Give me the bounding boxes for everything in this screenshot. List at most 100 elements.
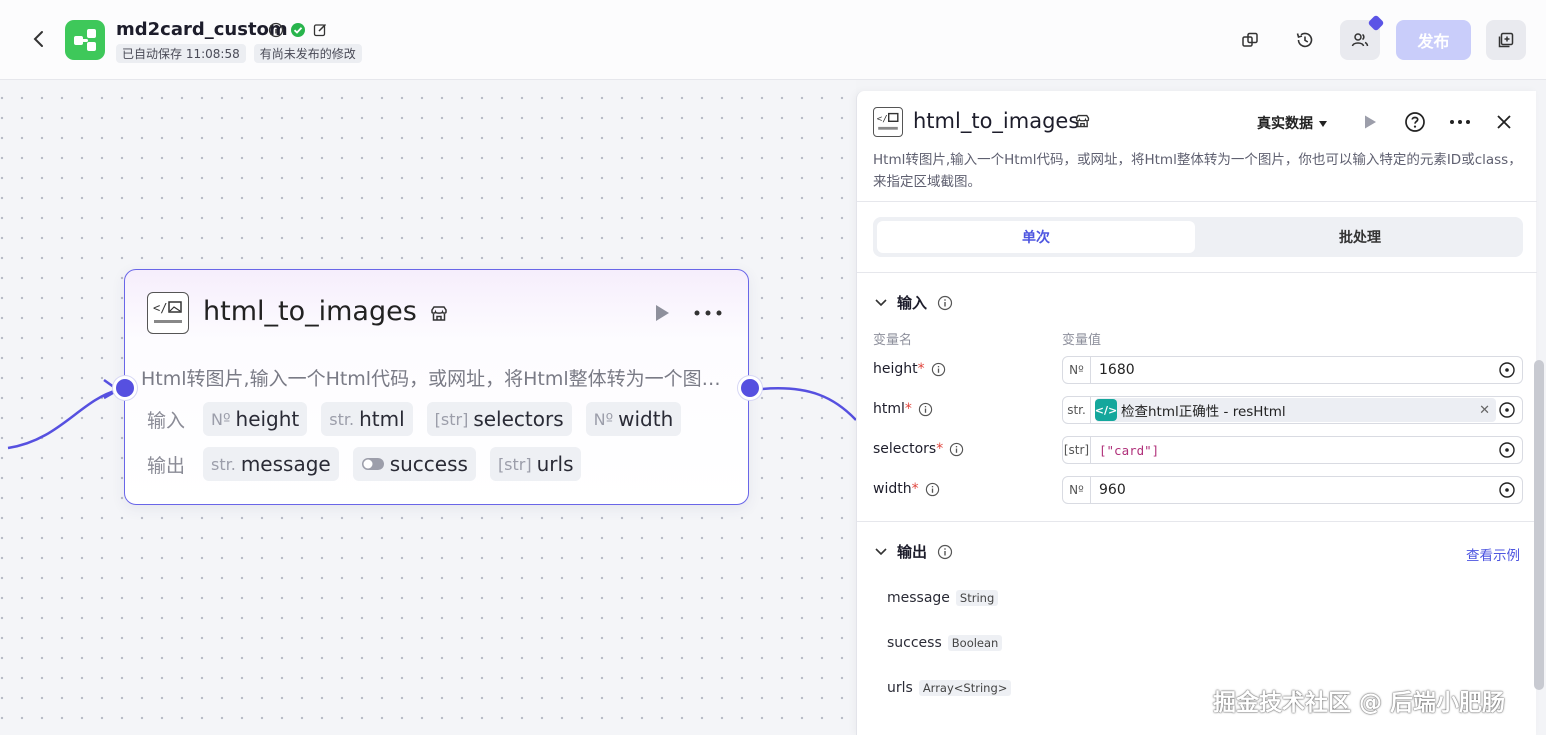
help-button[interactable]: [1402, 109, 1428, 135]
html-to-images-node[interactable]: </ html_to_images Html转图片,输入一个Html代码，或网址…: [124, 269, 749, 505]
panel-scrollbar[interactable]: [1534, 360, 1544, 690]
height-input[interactable]: Nº 1680: [1062, 356, 1523, 384]
output-item-message: message String: [887, 590, 999, 606]
output-item-urls: urls Array<String>: [887, 680, 1012, 696]
watermark: 掘金技术社区 @ 后端小肥肠: [1213, 690, 1506, 716]
output-section-title: 输出: [897, 543, 928, 561]
more-button[interactable]: [1447, 109, 1473, 135]
tab-single[interactable]: 单次: [877, 221, 1195, 253]
variable-picker-icon[interactable]: [1496, 399, 1518, 421]
input-port[interactable]: [113, 376, 137, 400]
top-bar: md2card_custom 已自动保存 11:08:58 有尚未发布的修改 发…: [0, 0, 1546, 80]
variable-reference-pill[interactable]: </> 检查html正确性 - resHtml ✕: [1095, 398, 1496, 422]
svg-text:</: </: [153, 301, 167, 315]
width-input[interactable]: Nº 960: [1062, 476, 1523, 504]
app-title: md2card_custom: [116, 19, 288, 40]
app-logo-icon: [65, 20, 105, 60]
workflow-canvas[interactable]: </ html_to_images Html转图片,输入一个Html代码，或网址…: [0, 80, 856, 735]
divider: [857, 521, 1537, 522]
number-type-icon: Nº: [1063, 357, 1091, 383]
variable-picker-icon[interactable]: [1496, 479, 1518, 501]
run-mode-tabs: 单次 批处理: [873, 217, 1523, 257]
history-icon: [1296, 32, 1313, 48]
info-icon[interactable]: [931, 362, 946, 377]
caret-down-icon: [1318, 121, 1327, 127]
input-section-header[interactable]: 输入: [875, 292, 953, 313]
run-icon[interactable]: [651, 302, 673, 324]
variable-picker-icon[interactable]: [1496, 359, 1518, 381]
output-port[interactable]: [738, 376, 762, 400]
info-icon[interactable]: [918, 402, 933, 417]
remove-reference-icon[interactable]: ✕: [1479, 403, 1490, 418]
view-example-link[interactable]: 查看示例: [1466, 544, 1520, 564]
input-section-title: 输入: [897, 294, 928, 312]
code-node-icon: </>: [1095, 399, 1117, 421]
node-input-chip: Nº width: [585, 402, 682, 436]
publish-button[interactable]: 发布: [1396, 20, 1471, 60]
field-label-html: html*: [873, 401, 933, 417]
info-icon[interactable]: [949, 442, 964, 457]
node-output-chip: [str] urls: [489, 447, 582, 481]
back-icon[interactable]: [28, 28, 50, 50]
info-icon[interactable]: [268, 22, 284, 38]
width-value[interactable]: 960: [1099, 482, 1496, 498]
reference-label: 检查html正确性 - resHtml: [1121, 404, 1286, 420]
field-label-selectors: selectors*: [873, 441, 964, 457]
more-icon[interactable]: [693, 308, 723, 318]
history-button[interactable]: [1285, 20, 1325, 60]
add-panel-button[interactable]: [1486, 20, 1526, 60]
unpublished-badge: 有尚未发布的修改: [253, 44, 362, 63]
node-description: Html转图片,输入一个Html代码，或网址，将Html整体转为一个图片，你也可…: [141, 368, 731, 390]
string-type-icon: str.: [1063, 397, 1091, 423]
node-input-chip: Nº height: [203, 402, 308, 436]
info-icon[interactable]: [925, 482, 940, 497]
node-output-label: 输出: [147, 454, 186, 477]
autosave-badge: 已自动保存 11:08:58: [116, 44, 246, 63]
node-inputs-row: 输入 Nº height str. html [str] selectors Nº wi…: [147, 402, 682, 436]
node-title: html_to_images: [203, 296, 417, 327]
node-outputs-row: 输出 str. message success [str] urls: [147, 447, 582, 481]
selectors-input[interactable]: [str] ["card"]: [1062, 436, 1523, 464]
add-layer-icon: [1498, 32, 1514, 48]
chevron-down-icon: [875, 547, 887, 555]
html-input[interactable]: str. </> 检查html正确性 - resHtml ✕: [1062, 396, 1523, 424]
output-item-success: success Boolean: [887, 635, 1003, 651]
panel-title: html_to_images: [913, 109, 1080, 133]
run-button[interactable]: [1357, 109, 1383, 135]
html2image-icon: </: [873, 107, 903, 137]
store-icon: [1075, 114, 1090, 128]
divider: [857, 201, 1537, 202]
column-header-name: 变量名: [873, 333, 913, 348]
published-check-icon: [291, 23, 305, 37]
variable-picker-icon[interactable]: [1496, 439, 1518, 461]
array-type-icon: [str]: [1063, 437, 1091, 463]
close-icon: [1497, 115, 1511, 129]
chevron-down-icon: [875, 298, 887, 306]
node-input-chip: str. html: [321, 402, 413, 436]
info-icon[interactable]: [937, 295, 953, 311]
divider: [857, 272, 1537, 273]
toggle-icon: [361, 458, 384, 470]
close-button[interactable]: [1491, 109, 1517, 135]
edit-icon[interactable]: [312, 22, 328, 38]
copy-icon: [1242, 32, 1258, 47]
copy-button[interactable]: [1230, 20, 1270, 60]
svg-text:</: </: [877, 114, 888, 124]
number-type-icon: Nº: [1063, 477, 1091, 503]
users-icon: [1351, 33, 1369, 47]
info-icon[interactable]: [937, 544, 953, 560]
field-label-height: height*: [873, 361, 946, 377]
node-input-chip: [str] selectors: [426, 402, 572, 436]
node-output-chip: success: [352, 447, 476, 481]
output-section-header[interactable]: 输出: [875, 541, 953, 562]
selectors-value[interactable]: ["card"]: [1099, 443, 1496, 458]
tab-batch[interactable]: 批处理: [1201, 221, 1519, 253]
height-value[interactable]: 1680: [1099, 362, 1496, 378]
field-label-width: width*: [873, 481, 940, 497]
html2image-icon: </: [147, 292, 189, 334]
column-header-value: 变量值: [1062, 333, 1102, 348]
node-config-panel: </ html_to_images 真实数据 Html转图片,输入一个Html代…: [856, 91, 1537, 735]
data-mode-select[interactable]: 真实数据: [1257, 113, 1328, 133]
node-input-label: 输入: [147, 409, 186, 432]
more-icon: [1450, 120, 1470, 124]
